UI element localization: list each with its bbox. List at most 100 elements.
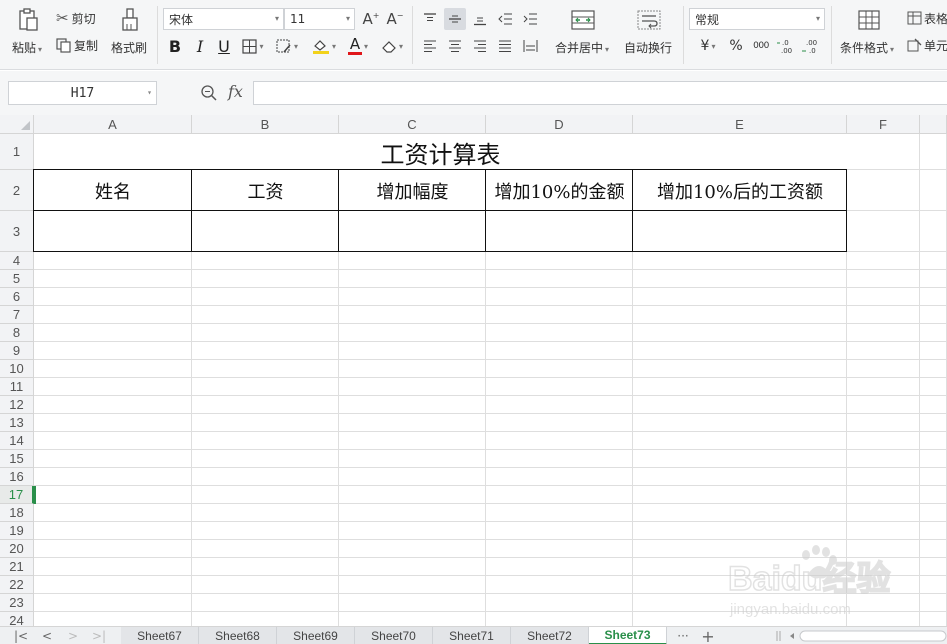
row-header-3[interactable]: 3: [0, 211, 34, 252]
horizontal-scrollbar[interactable]: [776, 630, 947, 642]
column-header-g[interactable]: [920, 115, 947, 134]
row-header-9[interactable]: 9: [0, 342, 34, 360]
increase-font-button[interactable]: A+: [360, 8, 382, 30]
cut-button[interactable]: ✂ 剪切: [56, 9, 96, 27]
row-header-21[interactable]: 21: [0, 558, 34, 576]
column-header-e[interactable]: E: [633, 115, 847, 134]
number-format-select[interactable]: 常规 ▾: [689, 8, 825, 30]
copy-button[interactable]: 复制: [56, 36, 98, 54]
next-sheet-icon[interactable]: >: [62, 627, 84, 644]
font-size-select[interactable]: 11 ▾: [284, 8, 355, 30]
bold-button[interactable]: B: [164, 35, 186, 57]
header-cell[interactable]: 增加10%的金额: [486, 170, 633, 211]
zoom-search-icon[interactable]: [200, 84, 218, 102]
sheet-tab[interactable]: Sheet72: [511, 627, 589, 644]
row-header-17[interactable]: 17: [0, 486, 34, 504]
header-cell[interactable]: 工资: [192, 170, 339, 211]
border-button[interactable]: ▾: [238, 35, 268, 57]
wrap-text-button[interactable]: 自动换行: [622, 6, 676, 60]
data-cell[interactable]: [339, 211, 486, 252]
row-header-20[interactable]: 20: [0, 540, 34, 558]
header-cell[interactable]: 姓名: [34, 170, 192, 211]
clear-button[interactable]: ▾: [377, 35, 407, 57]
row-header-1[interactable]: 1: [0, 134, 34, 170]
justify-button[interactable]: [494, 35, 516, 57]
align-bottom-button[interactable]: [469, 8, 491, 30]
column-header-c[interactable]: C: [339, 115, 486, 134]
row-header-12[interactable]: 12: [0, 396, 34, 414]
thousands-button[interactable]: 000: [750, 35, 772, 57]
align-middle-button[interactable]: [444, 8, 466, 30]
sheet-tab[interactable]: Sheet69: [277, 627, 355, 644]
align-right-button[interactable]: [469, 35, 491, 57]
row-header-4[interactable]: 4: [0, 252, 34, 270]
row-header-15[interactable]: 15: [0, 450, 34, 468]
select-all-corner[interactable]: [0, 115, 34, 134]
row-header-2[interactable]: 2: [0, 170, 34, 211]
function-icon[interactable]: fx: [228, 82, 243, 101]
prev-sheet-icon[interactable]: <: [36, 627, 58, 644]
sheet-tab[interactable]: Sheet67: [121, 627, 199, 644]
row-header-22[interactable]: 22: [0, 576, 34, 594]
row-header-10[interactable]: 10: [0, 360, 34, 378]
row-header-8[interactable]: 8: [0, 324, 34, 342]
cell-style-button[interactable]: 单元: [907, 36, 947, 54]
table-style-button[interactable]: 表格: [907, 9, 947, 27]
data-cell[interactable]: [34, 211, 192, 252]
header-cell[interactable]: 增加10%后的工资额: [633, 170, 847, 211]
sheet-tab[interactable]: Sheet68: [199, 627, 277, 644]
decrease-indent-button[interactable]: [494, 8, 516, 30]
decrease-decimal-button[interactable]: .00.0: [800, 35, 822, 57]
row-header-14[interactable]: 14: [0, 432, 34, 450]
decrease-font-button[interactable]: A−: [384, 8, 406, 30]
last-sheet-icon[interactable]: >|: [88, 627, 110, 644]
font-color-button[interactable]: A ▾: [343, 35, 373, 57]
add-sheet-button[interactable]: +: [697, 627, 719, 644]
first-sheet-icon[interactable]: |<: [10, 627, 32, 644]
conditional-format-button[interactable]: 条件格式 ▾: [838, 6, 902, 60]
align-center-button[interactable]: [444, 35, 466, 57]
table-title-cell[interactable]: 工资计算表: [34, 134, 847, 170]
data-cell[interactable]: [192, 211, 339, 252]
distribute-button[interactable]: [519, 35, 541, 57]
data-cell[interactable]: [486, 211, 633, 252]
format-painter-button[interactable]: 格式刷: [110, 6, 150, 60]
formula-input[interactable]: [253, 81, 947, 105]
merge-center-button[interactable]: 合并居中 ▾: [552, 6, 614, 60]
row-header-11[interactable]: 11: [0, 378, 34, 396]
header-cell[interactable]: 增加幅度: [339, 170, 486, 211]
paste-button[interactable]: 粘贴 ▾: [8, 6, 48, 60]
sheet-tab[interactable]: Sheet73: [589, 627, 667, 644]
row-header-13[interactable]: 13: [0, 414, 34, 432]
sheet-tab[interactable]: Sheet70: [355, 627, 433, 644]
conditional-format-icon: [838, 6, 900, 34]
row-header-23[interactable]: 23: [0, 594, 34, 612]
font-name-select[interactable]: 宋体 ▾: [163, 8, 284, 30]
currency-button[interactable]: ¥ ▾: [693, 35, 723, 57]
row-header-19[interactable]: 19: [0, 522, 34, 540]
column-header-b[interactable]: B: [192, 115, 339, 134]
percent-button[interactable]: %: [725, 35, 747, 57]
row-header-5[interactable]: 5: [0, 270, 34, 288]
column-header-d[interactable]: D: [486, 115, 633, 134]
increase-indent-button[interactable]: [519, 8, 541, 30]
row-header-6[interactable]: 6: [0, 288, 34, 306]
underline-button[interactable]: U: [213, 35, 235, 57]
fill-color-button[interactable]: ▾: [308, 35, 340, 57]
name-box[interactable]: H17 ▾: [8, 81, 157, 105]
sheet-tab[interactable]: Sheet71: [433, 627, 511, 644]
paste-dropdown-icon[interactable]: ▾: [38, 45, 42, 54]
increase-decimal-button[interactable]: .0.00: [775, 35, 797, 57]
align-top-button[interactable]: [419, 8, 441, 30]
row-header-7[interactable]: 7: [0, 306, 34, 324]
row-header-24[interactable]: 24: [0, 612, 34, 626]
column-header-f[interactable]: F: [847, 115, 920, 134]
align-left-button[interactable]: [419, 35, 441, 57]
column-header-a[interactable]: A: [34, 115, 192, 134]
cell-format-button[interactable]: ▾: [272, 35, 302, 57]
italic-button[interactable]: I: [189, 35, 211, 57]
data-cell[interactable]: [633, 211, 847, 252]
more-sheets-button[interactable]: ···: [672, 627, 694, 644]
row-header-18[interactable]: 18: [0, 504, 34, 522]
row-header-16[interactable]: 16: [0, 468, 34, 486]
